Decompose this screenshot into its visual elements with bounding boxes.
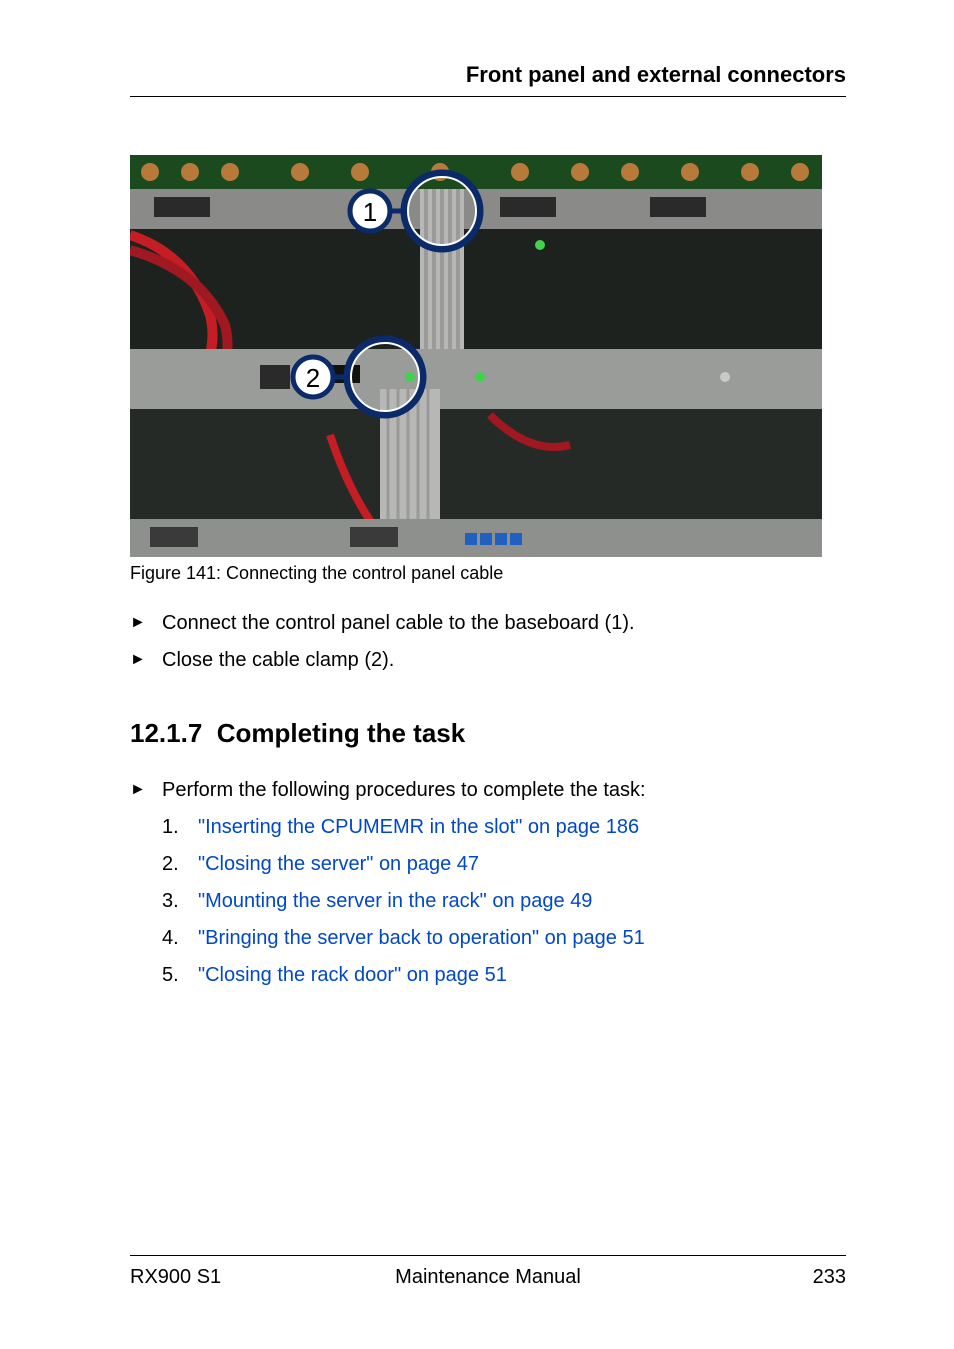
list-number: 2. xyxy=(162,853,198,876)
list-item: 2. "Closing the server" on page 47 xyxy=(162,853,846,876)
list-number: 4. xyxy=(162,927,198,950)
list-item: 1. "Inserting the CPUMEMR in the slot" o… xyxy=(162,816,846,839)
list-number: 5. xyxy=(162,964,198,987)
xref-link[interactable]: "Inserting the CPUMEMR in the slot" on p… xyxy=(198,816,639,839)
figure-image: 1 2 xyxy=(130,155,822,557)
list-number: 3. xyxy=(162,890,198,913)
callout-2-label: 2 xyxy=(306,363,320,393)
bullet-text-1: Connect the control panel cable to the b… xyxy=(162,612,846,635)
page-footer: RX900 S1 Maintenance Manual 233 xyxy=(130,1255,846,1289)
bullet-icon: ► xyxy=(130,779,162,799)
footer-page-number: 233 xyxy=(813,1266,846,1289)
list-number: 1. xyxy=(162,816,198,839)
xref-link[interactable]: "Bringing the server back to operation" … xyxy=(198,927,645,950)
section-heading: 12.1.7 Completing the task xyxy=(130,718,846,749)
footer-title: Maintenance Manual xyxy=(130,1266,846,1289)
bullet-text-2: Close the cable clamp (2). xyxy=(162,649,846,672)
xref-link[interactable]: "Closing the rack door" on page 51 xyxy=(198,964,507,987)
footer-model: RX900 S1 xyxy=(130,1266,221,1289)
callout-1-label: 1 xyxy=(363,197,377,227)
page-header: Front panel and external connectors xyxy=(130,62,846,97)
list-item: 3. "Mounting the server in the rack" on … xyxy=(162,890,846,913)
bullet-icon: ► xyxy=(130,612,162,632)
list-item: 5. "Closing the rack door" on page 51 xyxy=(162,964,846,987)
list-item: 4. "Bringing the server back to operatio… xyxy=(162,927,846,950)
bullet-icon: ► xyxy=(130,649,162,669)
section-title: Completing the task xyxy=(217,718,465,748)
xref-link[interactable]: "Mounting the server in the rack" on pag… xyxy=(198,890,592,913)
bullet-text-3: Perform the following procedures to comp… xyxy=(162,779,846,802)
xref-link[interactable]: "Closing the server" on page 47 xyxy=(198,853,479,876)
section-number: 12.1.7 xyxy=(130,718,202,748)
figure-caption: Figure 141: Connecting the control panel… xyxy=(130,563,846,584)
